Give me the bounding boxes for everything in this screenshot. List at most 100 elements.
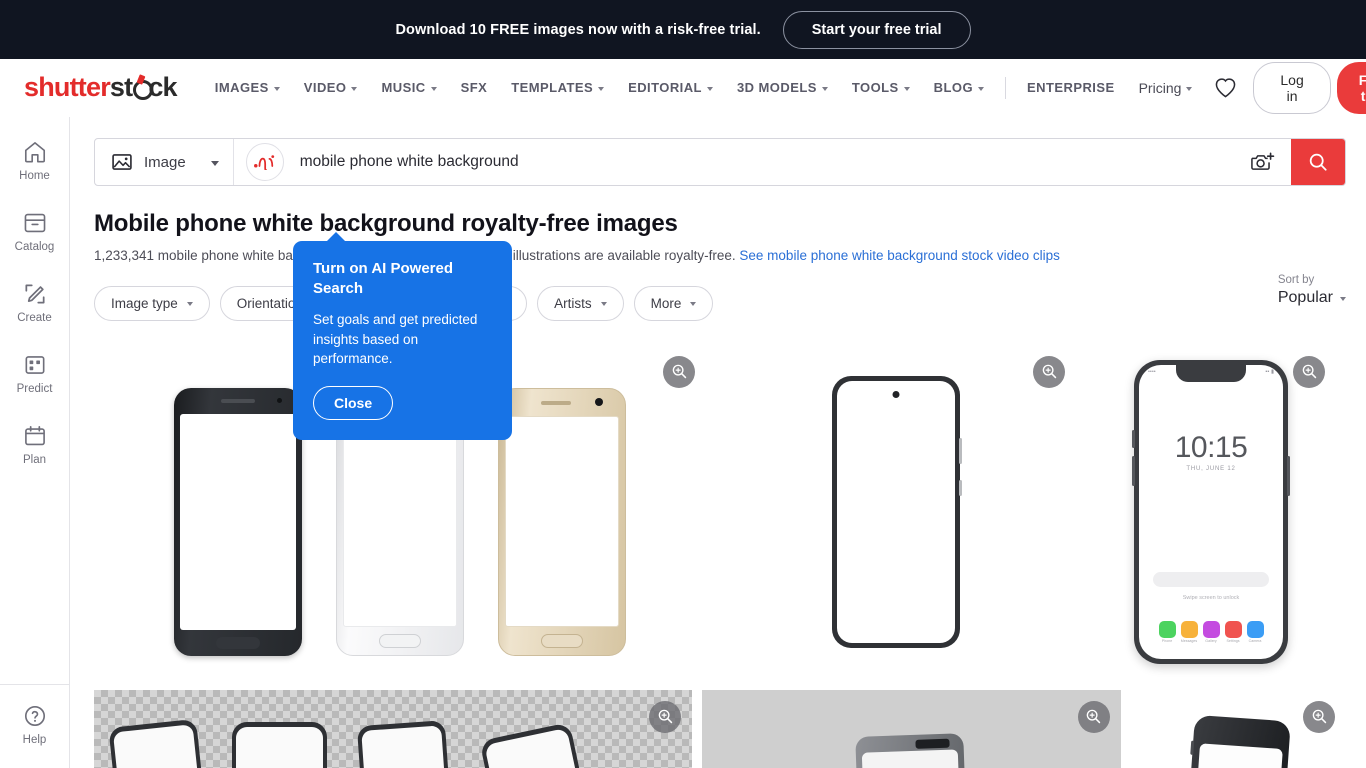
- main-content: Image mobile phone white background Mobi…: [70, 117, 1366, 768]
- chevron-down-icon: [598, 86, 605, 91]
- sidebar-item-create[interactable]: Create: [0, 281, 69, 324]
- zoom-preview-icon[interactable]: [1033, 355, 1065, 388]
- chevron-down-icon: [430, 86, 437, 91]
- start-free-trial-button[interactable]: Start your free trial: [782, 10, 971, 49]
- zoom-preview-icon[interactable]: [649, 700, 682, 733]
- dock-app-gallery: Gallery: [1202, 620, 1220, 643]
- left-sidebar: Home Catalog Create Predict Plan Help: [0, 117, 70, 768]
- nav-label: TEMPLATES: [511, 80, 594, 95]
- sort-by-label: Sort by: [1277, 273, 1315, 286]
- nav-label: VIDEO: [303, 80, 347, 95]
- nav-item-3d-models[interactable]: 3D MODELS: [725, 74, 840, 101]
- chevron-down-icon: [690, 302, 697, 307]
- zoom-preview-icon[interactable]: [1293, 355, 1325, 388]
- nav-item-video[interactable]: VIDEO: [292, 74, 370, 101]
- camera-plus-icon[interactable]: [1234, 151, 1291, 173]
- lockscreen-time: 10:15: [1174, 431, 1248, 465]
- zoom-preview-icon[interactable]: [663, 355, 695, 388]
- ai-search-tooltip: Turn on AI Powered Search Set goals and …: [293, 232, 512, 440]
- page-heading: Mobile phone white background royalty-fr…: [94, 210, 1346, 266]
- dock-app-label: Phone: [1161, 639, 1173, 644]
- chevron-down-icon: [600, 302, 607, 307]
- nav-label: BLOG: [933, 80, 974, 95]
- lockscreen-search-pill: [1153, 572, 1269, 588]
- filter-image-type[interactable]: Image type: [94, 285, 210, 321]
- results-row: [94, 689, 1346, 768]
- sidebar-item-plan[interactable]: Plan: [0, 423, 69, 466]
- nav-item-editorial[interactable]: EDITORIAL: [616, 74, 725, 101]
- dock-app-label: Settings: [1226, 639, 1240, 644]
- phone-bezelless: [832, 376, 962, 649]
- result-tile-phone-white-bg[interactable]: [1130, 689, 1346, 768]
- phone-corner-gray: [855, 733, 969, 768]
- filter-label: More: [650, 295, 682, 311]
- nav-item-sfx[interactable]: SFX: [449, 74, 500, 101]
- search-bar: Image: [94, 138, 1346, 186]
- result-tile-four-angled-phones[interactable]: [94, 689, 693, 768]
- shutterstock-logo[interactable]: shutter st ck: [24, 72, 178, 103]
- status-bar-left: ••••: [1148, 369, 1156, 376]
- nav-label: EDITORIAL: [628, 80, 702, 95]
- image-icon: [112, 154, 132, 170]
- result-tile-single-smartphone[interactable]: [716, 344, 1076, 680]
- nav-links: IMAGES VIDEO MUSIC SFX TEMPLATES EDITORI…: [203, 74, 1205, 102]
- nav-label: IMAGES: [214, 80, 269, 95]
- nav-label: MUSIC: [381, 80, 426, 95]
- filter-label: Artists: [554, 295, 592, 311]
- angled-phone-1: [108, 718, 212, 768]
- angled-phone-4: [479, 721, 601, 768]
- result-tile-lockscreen-smartphone[interactable]: •••• ▪▪ ▮ 10:15 THU, JUNE 12 Swipe scree…: [1086, 344, 1336, 680]
- sort-by-dropdown[interactable]: Sort by Popular: [1278, 274, 1346, 307]
- phone-black: [174, 387, 302, 656]
- asset-type-dropdown[interactable]: Image: [95, 139, 234, 185]
- chevron-down-icon: [1186, 86, 1193, 91]
- home-icon: [24, 142, 45, 163]
- nav-item-music[interactable]: MUSIC: [369, 74, 448, 101]
- search-submit-button[interactable]: [1291, 139, 1345, 185]
- tooltip-close-button[interactable]: Close: [313, 385, 394, 420]
- filter-artists[interactable]: Artists: [537, 285, 624, 321]
- phone-corner-white: [1182, 714, 1291, 768]
- sidebar-help-section: Help: [0, 684, 69, 768]
- sidebar-item-help[interactable]: Help: [0, 703, 69, 746]
- dock-app-camera: Camera: [1246, 620, 1264, 643]
- sidebar-item-home[interactable]: Home: [0, 139, 69, 182]
- result-tile-phone-gray-bg[interactable]: [702, 689, 1121, 768]
- sidebar-item-label: Catalog: [14, 241, 55, 253]
- nav-item-blog[interactable]: BLOG: [922, 74, 996, 101]
- nav-item-images[interactable]: IMAGES: [203, 74, 292, 101]
- lockscreen-dock: Phone Messages Gallery Settings Camera: [1139, 620, 1283, 644]
- phone-gold: [498, 387, 626, 656]
- results-row: •••• ▪▪ ▮ 10:15 THU, JUNE 12 Swipe scree…: [94, 344, 1346, 680]
- search-icon: [1309, 153, 1327, 171]
- ai-wave-icon: [253, 155, 274, 170]
- status-bar-right: ▪▪ ▮: [1265, 369, 1274, 376]
- log-in-button[interactable]: Log in: [1253, 61, 1331, 114]
- chevron-down-icon: [351, 86, 358, 91]
- sidebar-item-predict[interactable]: Predict: [0, 352, 69, 395]
- filter-more[interactable]: More: [633, 285, 714, 321]
- nav-item-templates[interactable]: TEMPLATES: [499, 74, 616, 101]
- chevron-down-icon: [273, 86, 280, 91]
- zoom-preview-icon[interactable]: [1077, 700, 1110, 733]
- free-trial-button[interactable]: Free trial: [1336, 61, 1366, 114]
- chevron-down-icon: [186, 302, 193, 307]
- video-clips-link[interactable]: See mobile phone white background stock …: [739, 248, 1059, 263]
- nav-item-pricing[interactable]: Pricing: [1127, 74, 1205, 102]
- search-input[interactable]: [283, 153, 1234, 171]
- sidebar-item-label: Home: [19, 170, 50, 182]
- ai-search-toggle-badge[interactable]: [245, 143, 284, 181]
- favorites-heart-icon[interactable]: [1204, 73, 1247, 102]
- sidebar-item-catalog[interactable]: Catalog: [0, 210, 69, 253]
- results-grid: •••• ▪▪ ▮ 10:15 THU, JUNE 12 Swipe scree…: [94, 344, 1346, 768]
- nav-item-enterprise[interactable]: ENTERPRISE: [1015, 74, 1127, 101]
- logo-text-st: st: [109, 72, 133, 102]
- zoom-preview-icon[interactable]: [1303, 700, 1335, 733]
- chevron-down-icon: [210, 160, 219, 166]
- nav-label: 3D MODELS: [736, 80, 817, 95]
- nav-label: SFX: [460, 80, 488, 95]
- chevron-down-icon: [978, 86, 985, 91]
- sidebar-item-label: Predict: [16, 383, 53, 395]
- dock-app-label: Messages: [1180, 639, 1198, 644]
- nav-item-tools[interactable]: TOOLS: [840, 74, 922, 101]
